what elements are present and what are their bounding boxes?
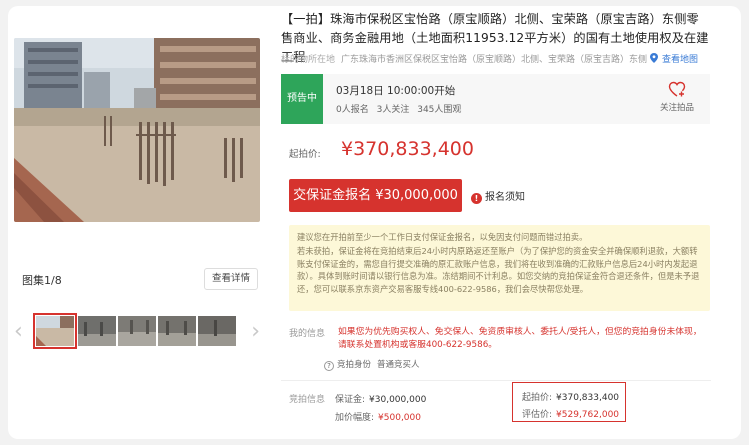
follow-button[interactable]: 关注拍品 [654,81,700,113]
bid-identity-label: 竞拍身份 [337,360,372,370]
location-label: 标的物所在地 [281,55,336,65]
location-address: 广东珠海市香洲区保税区宝怡路（原宝顺路）北侧、宝荣路（原宝吉路）东侧 [341,55,648,65]
view-detail-button[interactable]: 查看详情 [203,268,258,290]
price-highlight-box [512,382,626,422]
signup-count: 0人报名 [336,105,369,115]
prev-arrow-icon[interactable]: ‹ [14,319,23,345]
pay-deposit-signup-button[interactable]: 交保证金报名 ¥30,000,000 [289,179,462,212]
bid-identity-value: 普通竞买人 [377,360,420,370]
thumbnail-1[interactable] [33,313,77,349]
signup-notice-link[interactable]: ! 报名须知 [471,188,525,204]
my-info-text: 如果您为优先购买权人、免交保人、免资质审核人、委托人/受托人，但您的竞拍身份未体… [338,327,702,350]
album-row: 图集1/8 查看详情 [14,268,260,290]
deposit-tip-box: 建议您在开拍前至少一个工作日支付保证金报名，以免因支付问题而错过拍卖。 若未获拍… [289,225,710,311]
view-count: 345人围观 [417,105,462,115]
start-price-label: 起拍价: [289,149,321,160]
next-arrow-icon[interactable]: › [251,319,260,345]
tip-line-1: 建议您在开拍前至少一个工作日支付保证金报名，以免因支付问题而错过拍卖。 [297,232,588,242]
thumbnail-strip: ‹ › [14,313,260,353]
thumbnail-5[interactable] [198,316,236,346]
deposit-value: ¥30,000,000 [369,395,427,405]
status-badge: 预告中 [281,74,323,124]
tip-line-2: 若未获拍，保证金将在竞拍结束后24小时内原路返还至账户（为了保护您的资金安全并确… [297,245,700,295]
thumbnail-2[interactable] [78,316,116,346]
bid-identity-row: ? 竞拍身份 普通竞买人 [324,358,420,371]
increment-value: ¥500,000 [378,413,421,423]
watch-count: 3人关注 [376,105,410,115]
auction-stats: 0人报名 3人关注 345人围观 [336,102,466,115]
view-map-link[interactable]: 查看地图 [662,55,698,65]
heart-plus-icon [668,81,686,97]
signup-notice-label: 报名须知 [485,192,525,203]
divider [281,380,711,381]
info-icon: ! [471,193,482,204]
album-count: 图集1/8 [22,274,62,287]
increment-row: 加价幅度: ¥500,000 [335,410,421,423]
my-info-label: 我的信息 [289,329,326,339]
deposit-key: 保证金: [335,395,366,405]
increment-key: 加价幅度: [335,413,375,423]
thumbnail-3[interactable] [118,316,156,346]
location-row: 标的物所在地 广东珠海市香洲区保税区宝怡路（原宝顺路）北侧、宝荣路（原宝吉路）东侧… [281,52,721,65]
start-time: 03月18日 10:00:00开始 [336,85,456,97]
thumbnail-4[interactable] [158,316,196,346]
start-price-value: ¥370,833,400 [341,138,474,160]
status-panel: 预告中 03月18日 10:00:00开始 0人报名 3人关注 345人围观 关… [281,74,710,124]
deposit-row: 保证金: ¥30,000,000 [335,392,426,405]
construction-site-image [14,38,260,222]
question-icon[interactable]: ? [324,361,334,371]
auction-info-label: 竞拍信息 [289,395,326,405]
main-photo[interactable] [14,38,260,222]
follow-label: 关注拍品 [659,103,694,113]
map-pin-icon [650,53,659,63]
